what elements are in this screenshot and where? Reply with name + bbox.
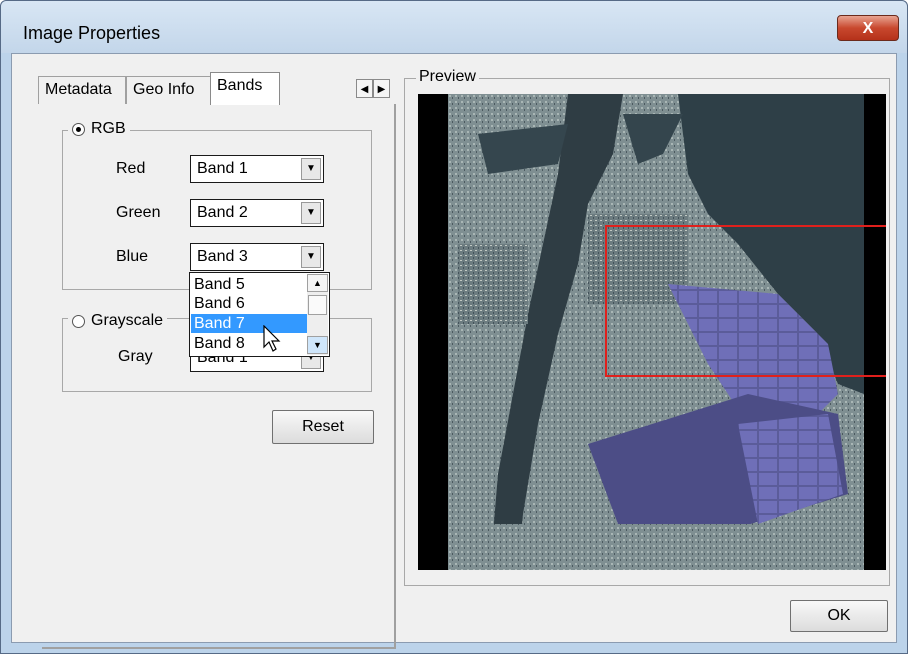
tab-scroll-right-button[interactable]: ▶ [373,79,390,98]
tab-metadata-label: Metadata [45,81,112,98]
tab-geo-info-label: Geo Info [133,81,195,98]
reset-button-label: Reset [302,418,344,435]
title-bar[interactable]: Image Properties X [1,1,907,53]
tab-bands-label: Bands [217,77,263,94]
gray-label: Gray [118,348,153,365]
grayscale-radio-indicator[interactable] [72,314,85,328]
list-item[interactable]: Band 6 [191,294,307,313]
scroll-thumb[interactable] [308,295,327,315]
rgb-radio-indicator[interactable] [72,122,85,136]
preview-label: Preview [416,68,479,86]
close-icon: X [862,20,874,37]
green-label: Green [116,204,161,221]
chevron-up-icon: ▲ [313,278,322,288]
chevron-down-icon[interactable]: ▼ [301,158,321,180]
blue-band-dropdown-list[interactable]: Band 5 Band 6 Band 7 Band 8 ▲ ▼ [189,272,330,357]
tab-scroll-left-button[interactable]: ◀ [356,79,373,98]
red-band-value: Band 1 [197,160,248,177]
rgb-radio-label: RGB [91,120,126,137]
chevron-down-icon[interactable]: ▼ [301,246,321,268]
scroll-up-button[interactable]: ▲ [307,274,328,292]
ok-button[interactable]: OK [790,600,888,632]
window-title: Image Properties [23,23,161,43]
tab-geo-info[interactable]: Geo Info [126,76,212,104]
list-item[interactable]: Band 5 [191,275,307,294]
scroll-down-button[interactable]: ▼ [307,336,328,354]
dialog-client-area: Metadata Geo Info Bands ◀ ▶ RGB Red Band… [11,53,897,649]
blue-label: Blue [116,248,149,265]
blue-band-value: Band 3 [197,248,248,265]
arrow-right-icon: ▶ [377,84,386,95]
tab-metadata[interactable]: Metadata [38,76,126,104]
chevron-down-icon: ▼ [313,340,322,350]
mouse-cursor-icon [263,325,281,352]
tab-bands[interactable]: Bands [210,72,280,105]
red-band-select[interactable]: Band 1 ▼ [190,155,324,183]
preview-image[interactable] [418,94,886,570]
blue-band-select[interactable]: Band 3 ▼ [190,243,324,271]
grayscale-radio-label: Grayscale [91,312,164,329]
reset-button[interactable]: Reset [272,410,374,444]
image-properties-dialog: Image Properties X Metadata Geo Info Ban… [0,0,908,654]
list-item-selected[interactable]: Band 7 [191,314,307,333]
satellite-image [418,94,886,570]
rgb-radio[interactable]: RGB [68,120,130,138]
green-band-select[interactable]: Band 2 ▼ [190,199,324,227]
red-label: Red [116,160,146,177]
close-button[interactable]: X [837,15,899,41]
green-band-value: Band 2 [197,204,248,221]
chevron-down-icon[interactable]: ▼ [301,202,321,224]
arrow-left-icon: ◀ [360,84,369,95]
grayscale-radio[interactable]: Grayscale [68,312,168,330]
dropdown-scrollbar[interactable]: ▲ ▼ [307,274,328,355]
list-item[interactable]: Band 8 [191,334,307,353]
ok-button-label: OK [827,607,851,624]
